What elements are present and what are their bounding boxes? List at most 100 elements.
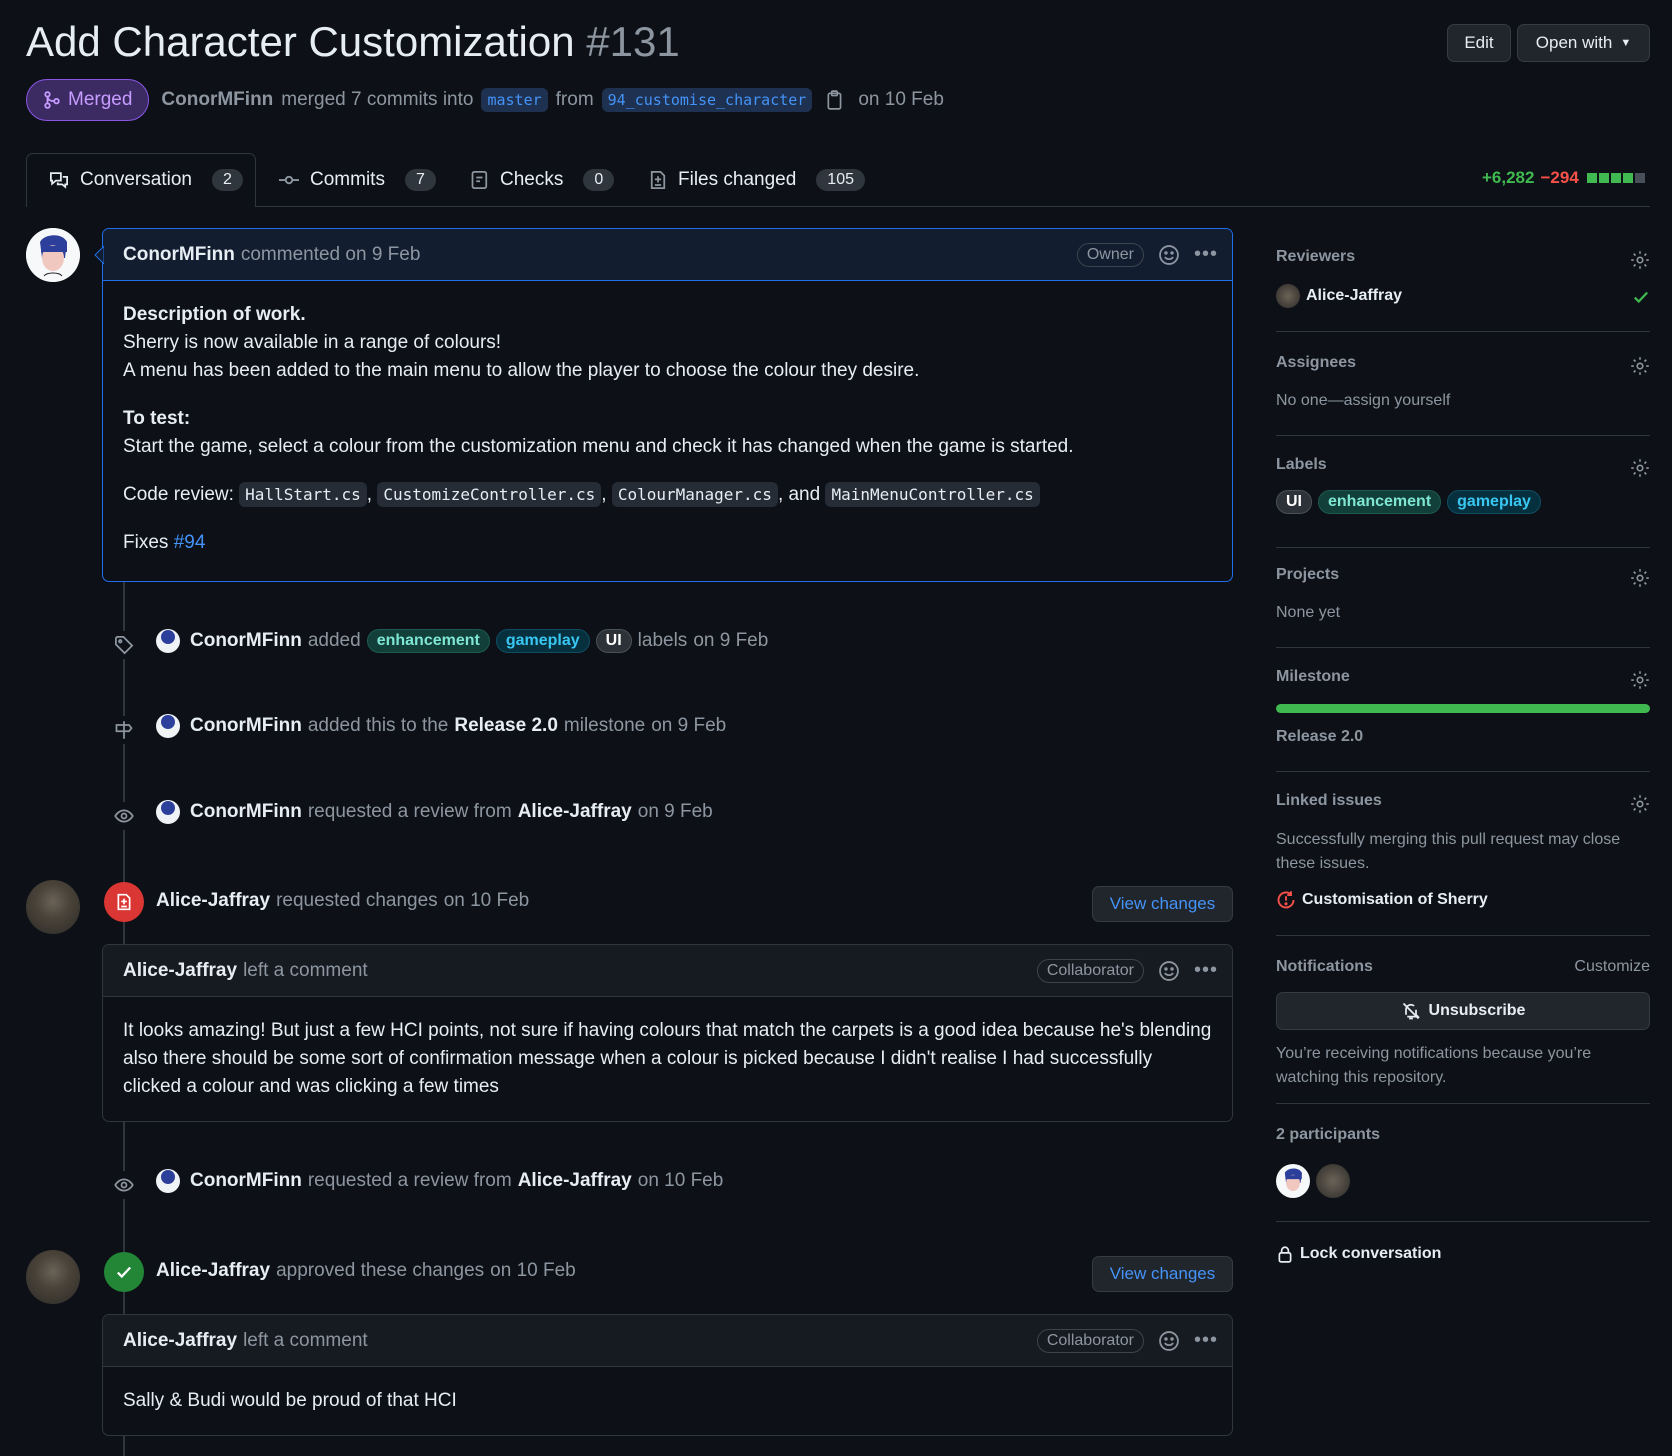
sidebar-title[interactable]: Projects <box>1276 566 1650 584</box>
comment-body: Description of work. Sherry is now avail… <box>103 281 1232 577</box>
participant-avatar[interactable] <box>1276 1164 1310 1198</box>
deletions: −294 <box>1540 168 1579 187</box>
kebab-menu-icon[interactable]: ••• <box>1194 959 1218 982</box>
avatar[interactable] <box>156 714 180 738</box>
event-actor[interactable]: Alice-Jaffray <box>156 1260 270 1282</box>
event-actor[interactable]: ConorMFinn <box>190 630 302 652</box>
merge-icon <box>44 91 60 109</box>
pr-title: Add Character Customization #131 <box>26 18 680 66</box>
label-ui[interactable]: UI <box>1276 490 1312 514</box>
milestone-icon <box>110 716 138 744</box>
comment-header: ConorMFinn commented on 9 Feb Owner ••• <box>103 229 1232 281</box>
gear-icon[interactable] <box>1630 458 1650 478</box>
comment-author[interactable]: ConorMFinn <box>123 244 235 266</box>
event-date[interactable]: on 10 Feb <box>490 1260 576 1282</box>
from-text: from <box>555 89 594 110</box>
gear-icon[interactable] <box>1630 568 1650 588</box>
event-changes-requested: Alice-Jaffray requested changes on 10 Fe… <box>156 890 530 912</box>
edit-button[interactable]: Edit <box>1447 24 1511 62</box>
gear-icon[interactable] <box>1630 670 1650 690</box>
tag-icon <box>110 631 138 659</box>
linked-issue[interactable]: Customisation of Sherry <box>1276 890 1488 910</box>
tab-checks[interactable]: Checks 0 <box>470 154 615 206</box>
sidebar-participants: 2 participants <box>1276 1126 1650 1222</box>
gear-icon[interactable] <box>1630 794 1650 814</box>
additions: +6,282 <box>1482 168 1535 187</box>
tab-count: 105 <box>816 169 865 191</box>
head-branch[interactable]: 94_customise_character <box>601 88 813 112</box>
gear-icon[interactable] <box>1630 356 1650 376</box>
label-gameplay[interactable]: gameplay <box>495 629 590 653</box>
sidebar-title[interactable]: Milestone <box>1276 668 1650 686</box>
avatar[interactable] <box>156 800 180 824</box>
avatar[interactable] <box>26 880 80 934</box>
label-enhancement[interactable]: enhancement <box>366 629 490 653</box>
avatar[interactable] <box>26 1250 80 1304</box>
tabs-divider <box>26 206 1650 207</box>
sidebar-assignees: Assignees No one—assign yourself <box>1276 354 1650 436</box>
pr-author-link[interactable]: ConorMFinn <box>161 89 273 111</box>
label-ui[interactable]: UI <box>595 629 632 653</box>
avatar[interactable] <box>156 1169 180 1193</box>
avatar[interactable] <box>156 629 180 653</box>
view-changes-button[interactable]: View changes <box>1092 886 1233 922</box>
sidebar-title[interactable]: Reviewers <box>1276 248 1650 266</box>
milestone-name[interactable]: Release 2.0 <box>1276 728 1363 746</box>
kebab-menu-icon[interactable]: ••• <box>1194 243 1218 266</box>
comment-author[interactable]: Alice-Jaffray <box>123 1330 237 1352</box>
kebab-menu-icon[interactable]: ••• <box>1194 1329 1218 1352</box>
event-date[interactable]: on 9 Feb <box>651 715 726 737</box>
issue-link[interactable]: #94 <box>174 532 206 553</box>
tab-files-changed[interactable]: Files changed 105 <box>648 154 865 206</box>
comment-pointer <box>94 246 104 264</box>
desc-heading: Description of work. <box>123 304 306 325</box>
tab-commits[interactable]: Commits 7 <box>278 154 436 206</box>
sidebar-title[interactable]: Labels <box>1276 456 1650 474</box>
comment-meta[interactable]: left a comment <box>243 1330 368 1352</box>
comment-box: Alice-Jaffray left a comment Collaborato… <box>102 944 1233 1122</box>
check-icon <box>1634 291 1649 304</box>
milestone-link[interactable]: Release 2.0 <box>454 715 558 737</box>
code-file: MainMenuController.cs <box>825 482 1040 507</box>
copy-icon[interactable] <box>826 90 844 110</box>
projects-value: None yet <box>1276 604 1341 621</box>
event-target[interactable]: Alice-Jaffray <box>518 801 632 823</box>
smiley-icon[interactable] <box>1158 1330 1180 1352</box>
label-gameplay[interactable]: gameplay <box>1447 490 1541 514</box>
event-actor[interactable]: Alice-Jaffray <box>156 890 270 912</box>
comment-meta[interactable]: commented on 9 Feb <box>241 244 421 266</box>
event-actor[interactable]: ConorMFinn <box>190 801 302 823</box>
comment-author[interactable]: Alice-Jaffray <box>123 960 237 982</box>
comment-discussion-icon <box>50 172 68 189</box>
label-enhancement[interactable]: enhancement <box>1318 490 1442 514</box>
smiley-icon[interactable] <box>1158 244 1180 266</box>
event-date[interactable]: on 9 Feb <box>638 801 713 823</box>
customize-link[interactable]: Customize <box>1574 958 1650 976</box>
participant-avatar[interactable] <box>1316 1164 1350 1198</box>
lock-icon <box>1278 1246 1292 1263</box>
event-review-request: ConorMFinn requested a review from Alice… <box>156 800 713 824</box>
event-actor[interactable]: ConorMFinn <box>190 715 302 737</box>
base-branch[interactable]: master <box>481 88 548 112</box>
reviewer-row[interactable]: Alice-Jaffray <box>1276 284 1402 308</box>
tab-conversation[interactable]: Conversation 2 <box>48 154 243 206</box>
tab-count: 7 <box>404 169 436 191</box>
view-changes-button[interactable]: View changes <box>1092 1256 1233 1292</box>
event-date[interactable]: on 9 Feb <box>693 630 768 652</box>
sidebar-title[interactable]: Assignees <box>1276 354 1650 372</box>
assign-yourself-link[interactable]: No one—assign yourself <box>1276 392 1450 410</box>
event-milestone: ConorMFinn added this to the Release 2.0… <box>156 714 726 738</box>
event-date[interactable]: on 10 Feb <box>638 1170 724 1192</box>
avatar[interactable] <box>26 228 80 282</box>
event-approved: Alice-Jaffray approved these changes on … <box>156 1260 576 1282</box>
event-target[interactable]: Alice-Jaffray <box>518 1170 632 1192</box>
smiley-icon[interactable] <box>1158 960 1180 982</box>
comment-meta[interactable]: left a comment <box>243 960 368 982</box>
event-date[interactable]: on 10 Feb <box>444 890 530 912</box>
event-actor[interactable]: ConorMFinn <box>190 1170 302 1192</box>
open-with-button[interactable]: Open with ▼ <box>1517 24 1650 62</box>
sidebar-title[interactable]: Linked issues <box>1276 792 1650 810</box>
lock-conversation-link[interactable]: Lock conversation <box>1276 1244 1441 1264</box>
unsubscribe-button[interactable]: Unsubscribe <box>1276 992 1650 1030</box>
gear-icon[interactable] <box>1630 250 1650 270</box>
